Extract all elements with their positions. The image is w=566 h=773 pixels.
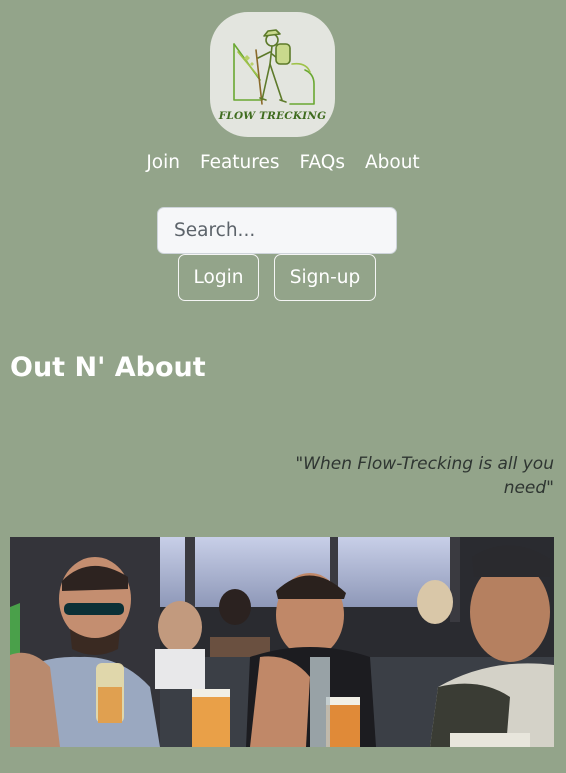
main-nav: Join Features FAQs About	[0, 149, 566, 177]
nav-item-about[interactable]: About	[365, 149, 420, 177]
brand-logo[interactable]: FLOW TRECKING	[210, 12, 335, 137]
search-input[interactable]	[157, 207, 397, 254]
brand-logo-text: FLOW TRECKING	[218, 110, 327, 122]
nav-item-faqs[interactable]: FAQs	[300, 149, 345, 177]
nav-item-features[interactable]: Features	[200, 149, 280, 177]
page-title: Out N' About	[10, 352, 206, 383]
nav-item-join[interactable]: Join	[146, 149, 180, 177]
login-button[interactable]: Login	[178, 254, 259, 301]
signup-button[interactable]: Sign-up	[274, 254, 376, 301]
tagline-quote: "When Flow-Trecking is all you need"	[295, 454, 554, 498]
group-photo	[10, 537, 554, 747]
